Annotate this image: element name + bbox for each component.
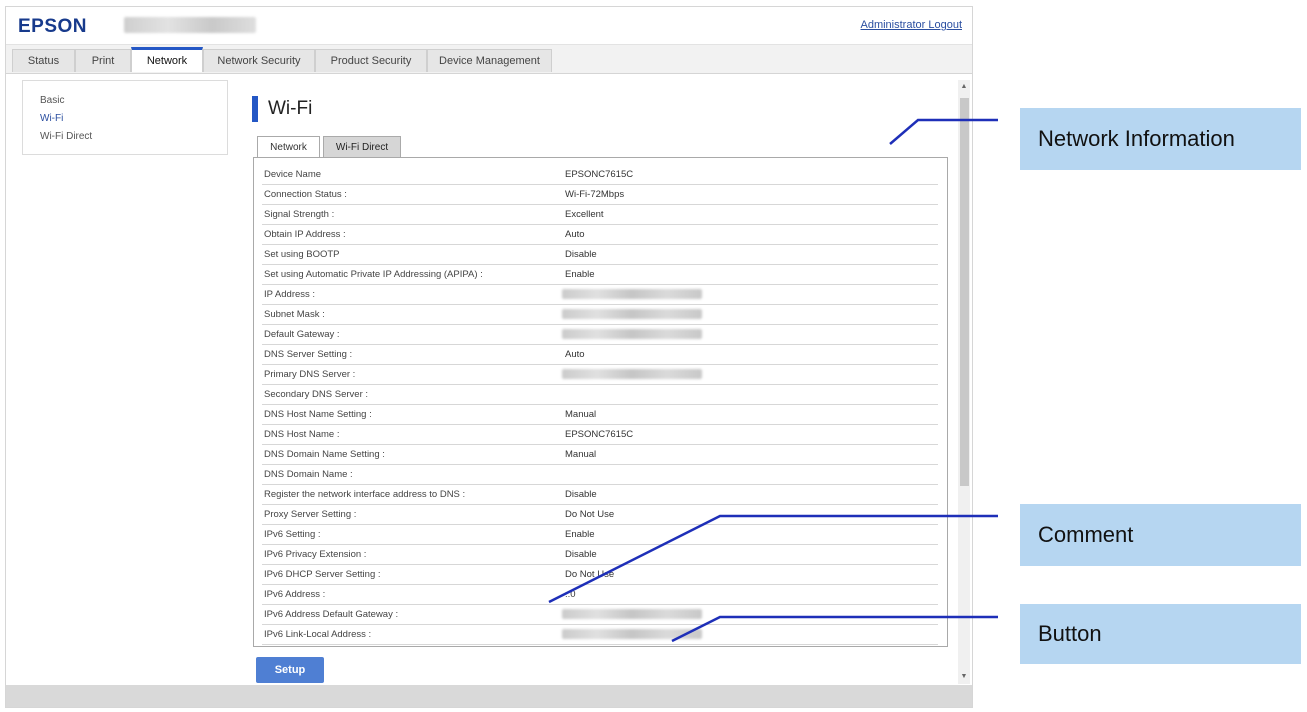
- callout-network-information: Network Information: [1020, 108, 1301, 170]
- callout-comment: Comment: [1020, 504, 1301, 566]
- button-leader-line: [671, 615, 998, 643]
- callout-button: Button: [1020, 604, 1301, 664]
- network-information-leader-line: [889, 118, 998, 145]
- comment-leader-line: [548, 514, 998, 604]
